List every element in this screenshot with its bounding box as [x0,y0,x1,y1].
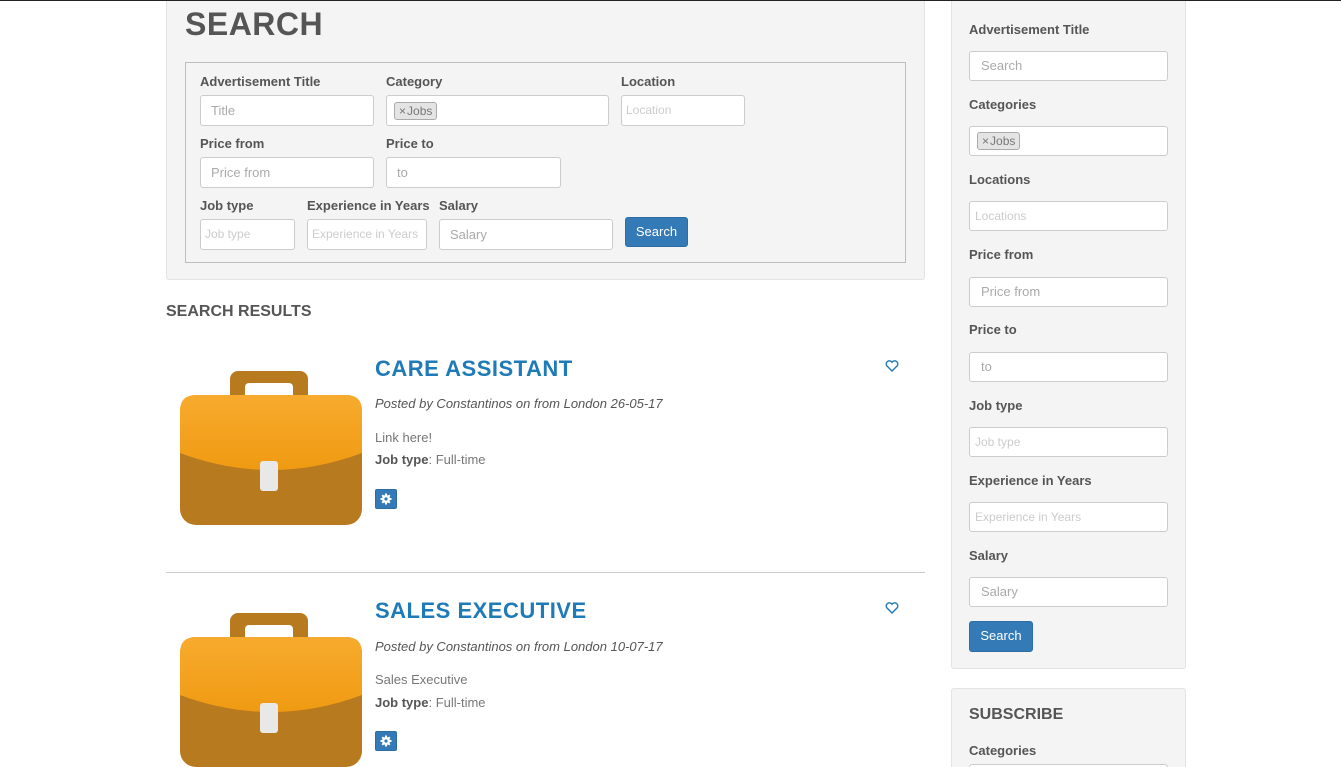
briefcase-icon [180,371,362,525]
favorite-heart-icon[interactable] [885,601,899,615]
location-label: Location [621,74,676,89]
sidebar-title-input[interactable]: Search [969,51,1168,81]
job-type-key: Job type [375,452,429,467]
sidebar-salary-input[interactable]: Salary [969,577,1168,607]
category-select[interactable]: ×Jobs [386,95,609,126]
experience-input[interactable]: Experience in Years [307,219,427,250]
subscribe-panel: SUBSCRIBE Categories [951,688,1186,767]
result-title-link[interactable]: CARE ASSISTANT [375,356,573,382]
result-job-type: Job type: Full-time [375,695,486,710]
sidebar-experience-input[interactable]: Experience in Years [969,502,1168,532]
sidebar-price-to-input[interactable]: to [969,352,1168,382]
sidebar-job-type-label: Job type [969,398,1023,413]
gear-icon [380,493,392,505]
search-button[interactable]: Search [625,217,688,247]
sidebar-categories-label: Categories [969,97,1037,112]
job-type-label: Job type [200,198,254,213]
salary-label: Salary [439,198,479,213]
result-item: CARE ASSISTANT Posted by Constantinos on… [166,340,925,570]
sidebar-price-from-label: Price from [969,247,1034,262]
sidebar-search-panel: Advertisement Title Search Categories ×J… [951,1,1186,669]
job-type-key: Job type [375,695,429,710]
remove-tag-icon[interactable]: × [399,104,406,118]
sidebar-salary-label: Salary [969,548,1009,563]
briefcase-icon [180,613,362,767]
result-meta: Posted by Constantinos on from London 26… [375,396,663,411]
location-input[interactable]: Location [621,95,745,126]
price-from-input[interactable]: Price from [200,157,374,188]
price-to-label: Price to [386,136,434,151]
job-type-input[interactable]: Job type [200,219,295,250]
result-job-type: Job type: Full-time [375,452,486,467]
search-fieldset: Advertisement Title Title Category ×Jobs… [185,62,906,263]
salary-input[interactable]: Salary [439,219,613,250]
sidebar-experience-label: Experience in Years [969,473,1092,488]
sidebar-job-type-input[interactable]: Job type [969,427,1168,457]
search-panel: SEARCH Advertisement Title Title Categor… [166,1,925,280]
sidebar-locations-label: Locations [969,172,1031,187]
sidebar-price-to-label: Price to [969,322,1017,337]
sidebar-title-label: Advertisement Title [969,22,1090,37]
result-divider [166,572,925,573]
category-tag[interactable]: ×Jobs [394,102,438,120]
job-type-value: : Full-time [428,695,486,710]
experience-label: Experience in Years [307,198,430,213]
advertisement-title-input[interactable]: Title [200,95,374,126]
result-item: SALES EXECUTIVE Posted by Constantinos o… [166,582,925,767]
sidebar-locations-input[interactable]: Locations [969,201,1168,231]
result-description: Link here! [375,430,433,445]
result-description: Sales Executive [375,672,468,687]
result-meta: Posted by Constantinos on from London 10… [375,639,663,654]
result-settings-button[interactable] [375,731,397,751]
job-type-value: : Full-time [428,452,486,467]
search-heading: SEARCH [185,6,324,42]
advertisement-title-label: Advertisement Title [200,74,321,89]
result-settings-button[interactable] [375,489,397,509]
sidebar-price-from-input[interactable]: Price from [969,277,1168,307]
sidebar-categories-select[interactable]: ×Jobs [969,126,1168,156]
remove-tag-icon[interactable]: × [982,134,989,148]
search-results-heading: SEARCH RESULTS [166,303,312,320]
result-title-link[interactable]: SALES EXECUTIVE [375,598,587,624]
sidebar-category-tag[interactable]: ×Jobs [977,132,1021,150]
price-to-input[interactable]: to [386,157,561,188]
price-from-label: Price from [200,136,265,151]
favorite-heart-icon[interactable] [885,359,899,373]
category-tag-label: Jobs [407,104,433,118]
category-label: Category [386,74,443,89]
subscribe-categories-label: Categories [969,743,1037,758]
subscribe-heading: SUBSCRIBE [969,706,1064,723]
gear-icon [380,735,392,747]
sidebar-category-tag-label: Jobs [990,134,1016,148]
sidebar-search-button[interactable]: Search [969,621,1033,652]
